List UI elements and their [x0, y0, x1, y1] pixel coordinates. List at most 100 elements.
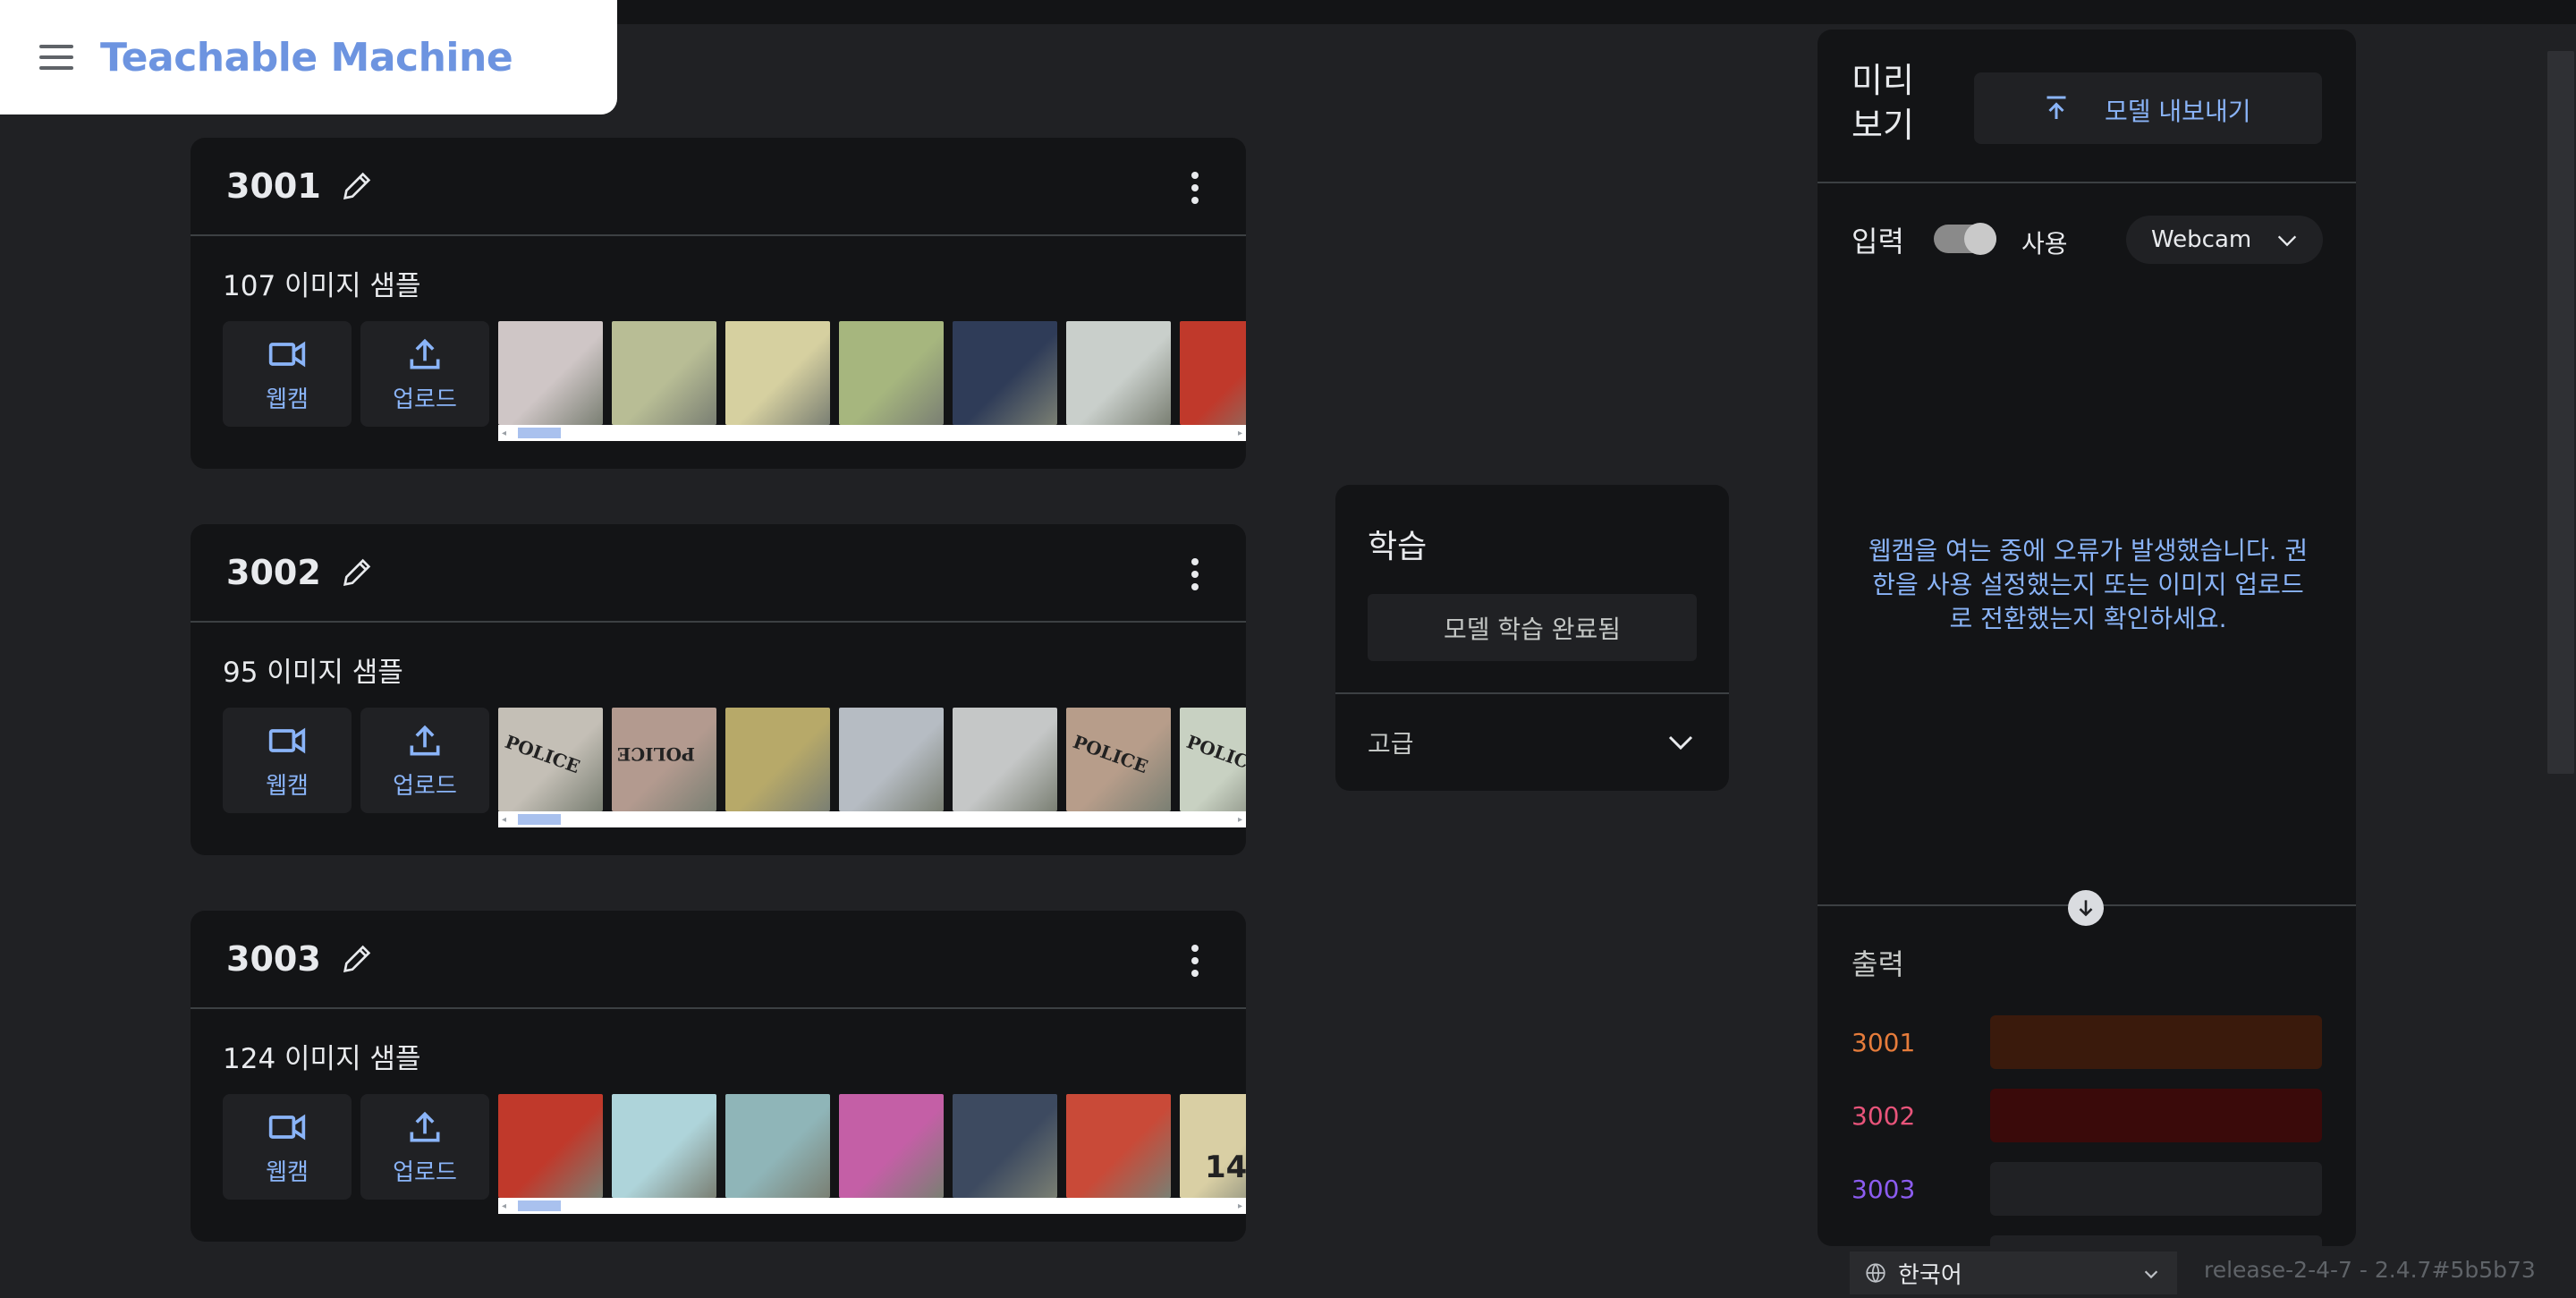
upload-button[interactable]: 업로드: [360, 708, 489, 813]
class-card-3001: 3001 107 이미지 샘플 웹캠 업로드 ◂ ▸: [191, 138, 1246, 469]
sample-thumbnail[interactable]: [498, 321, 603, 425]
chevron-down-icon: [2277, 235, 2297, 247]
webcam-label: 웹캠: [266, 1158, 309, 1186]
export-model-button[interactable]: 모델 내보내기: [1974, 72, 2322, 144]
sample-thumbnail[interactable]: [839, 708, 944, 811]
language-label: 한국어: [1898, 1261, 1962, 1289]
divider: [1335, 692, 1729, 694]
video-camera-icon: [268, 727, 306, 753]
sample-thumbnail[interactable]: [1066, 321, 1171, 425]
sample-thumbnail[interactable]: [725, 1094, 830, 1198]
upload-button[interactable]: 업로드: [360, 1094, 489, 1200]
preview-panel: 미리 보기 모델 내보내기 입력 사용 Webcam 웹캠을 여는 중에 오류가…: [1818, 30, 2356, 1246]
class-card-header: 3002: [191, 524, 1246, 623]
more-options-icon[interactable]: [1191, 172, 1199, 204]
class-name[interactable]: 3003: [226, 939, 321, 979]
training-title: 학습: [1368, 529, 1428, 565]
sample-thumbnail[interactable]: [839, 1094, 944, 1198]
app-header: Teachable Machine: [0, 0, 617, 115]
arrow-down-icon[interactable]: [2068, 890, 2104, 926]
video-camera-icon: [268, 1114, 306, 1140]
upload-label: 업로드: [393, 1158, 457, 1186]
page-scrollbar-thumb[interactable]: [2547, 51, 2574, 774]
more-options-icon[interactable]: [1191, 945, 1199, 977]
sample-thumbnail[interactable]: 14: [1180, 1094, 1246, 1198]
class-card-header: 3003: [191, 911, 1246, 1009]
sample-thumbnail[interactable]: [612, 1094, 716, 1198]
sample-thumbnail[interactable]: [498, 1094, 603, 1198]
source-selected: Webcam: [2151, 226, 2252, 253]
sample-thumbnail[interactable]: [725, 321, 830, 425]
confidence-bar: [1990, 1015, 2322, 1069]
thumbnail-scrollbar[interactable]: ◂ ▸: [498, 1198, 1246, 1214]
class-name[interactable]: 3001: [226, 166, 321, 206]
sample-thumbnail[interactable]: POLICE: [612, 708, 716, 811]
sample-thumbnails[interactable]: POLICE POLICE POLICE POLICE ◂ ▸: [498, 708, 1246, 827]
chevron-down-icon: [2144, 1270, 2158, 1279]
output-row-3002: 3002: [1852, 1089, 2326, 1142]
samples-count: 95 이미지 샘플: [223, 657, 403, 689]
upload-button[interactable]: 업로드: [360, 321, 489, 427]
samples-count: 124 이미지 샘플: [223, 1043, 421, 1075]
webcam-button[interactable]: 웹캠: [223, 708, 352, 813]
output-class-name: 3001: [1852, 1027, 1916, 1057]
page-scrollbar[interactable]: [2546, 24, 2576, 1298]
sample-thumbnail[interactable]: [953, 321, 1057, 425]
advanced-toggle[interactable]: 고급: [1368, 725, 1414, 760]
more-options-icon[interactable]: [1191, 558, 1199, 590]
webcam-label: 웹캠: [266, 772, 309, 800]
chevron-down-icon[interactable]: [1665, 726, 1697, 759]
class-card-header: 3001: [191, 138, 1246, 236]
sample-thumbnail[interactable]: POLICE: [498, 708, 603, 811]
release-version: release-2-4-7 - 2.4.7#5b5b73: [2204, 1257, 2536, 1283]
export-upload-icon: [2046, 96, 2066, 119]
language-select[interactable]: 한국어: [1850, 1251, 2177, 1294]
training-panel: 학습 모델 학습 완료됨 고급: [1335, 485, 1729, 791]
sample-thumbnails[interactable]: ◂ ▸: [498, 321, 1246, 441]
sample-thumbnail[interactable]: POLICE: [1180, 708, 1246, 811]
sample-thumbnail[interactable]: [1180, 321, 1246, 425]
output-row-3001: 3001: [1852, 1015, 2326, 1069]
menu-icon[interactable]: [39, 45, 73, 70]
edit-pencil-icon[interactable]: [339, 168, 375, 204]
webcam-button[interactable]: 웹캠: [223, 1094, 352, 1200]
thumbnail-scrollbar[interactable]: ◂ ▸: [498, 811, 1246, 827]
class-name[interactable]: 3002: [226, 553, 321, 592]
samples-count: 107 이미지 샘플: [223, 270, 421, 302]
class-card-3003: 3003 124 이미지 샘플 웹캠 업로드 14 ◂ ▸: [191, 911, 1246, 1242]
upload-label: 업로드: [393, 386, 457, 413]
sample-thumbnail[interactable]: [953, 708, 1057, 811]
output-class-name: 3003: [1852, 1174, 1916, 1204]
sample-thumbnail[interactable]: [612, 321, 716, 425]
sample-thumbnail[interactable]: [839, 321, 944, 425]
sample-thumbnail[interactable]: [1066, 1094, 1171, 1198]
webcam-label: 웹캠: [266, 386, 309, 413]
sample-thumbnails[interactable]: 14 ◂ ▸: [498, 1094, 1246, 1214]
upload-icon: [410, 338, 440, 369]
toggle-label: 사용: [2021, 229, 2068, 259]
sample-thumbnail[interactable]: [953, 1094, 1057, 1198]
upload-icon: [410, 725, 440, 755]
confidence-bar: [1990, 1162, 2322, 1216]
input-source-select[interactable]: Webcam: [2126, 216, 2323, 264]
input-toggle[interactable]: [1934, 223, 1996, 255]
train-model-button[interactable]: 모델 학습 완료됨: [1368, 594, 1697, 661]
upload-icon: [410, 1111, 440, 1141]
video-camera-icon: [268, 341, 306, 367]
thumbnail-scrollbar[interactable]: ◂ ▸: [498, 425, 1246, 441]
divider: [1818, 182, 2356, 183]
upload-label: 업로드: [393, 772, 457, 800]
preview-title: 미리 보기: [1852, 61, 1914, 145]
webcam-button[interactable]: 웹캠: [223, 321, 352, 427]
sample-thumbnail[interactable]: POLICE: [1066, 708, 1171, 811]
output-class-name: 3002: [1852, 1100, 1916, 1131]
sample-thumbnail[interactable]: [725, 708, 830, 811]
globe-icon: [1866, 1263, 1885, 1283]
webcam-error-message: 웹캠을 여는 중에 오류가 발생했습니다. 권한을 사용 설정했는지 또는 이미…: [1868, 536, 2309, 633]
confidence-bar: [1990, 1089, 2322, 1142]
app-title[interactable]: Teachable Machine: [100, 35, 513, 81]
class-card-3002: 3002 95 이미지 샘플 웹캠 업로드 POLICE POLICE POLICE…: [191, 524, 1246, 855]
edit-pencil-icon[interactable]: [339, 941, 375, 977]
output-label: 출력: [1852, 947, 1904, 981]
edit-pencil-icon[interactable]: [339, 555, 375, 590]
